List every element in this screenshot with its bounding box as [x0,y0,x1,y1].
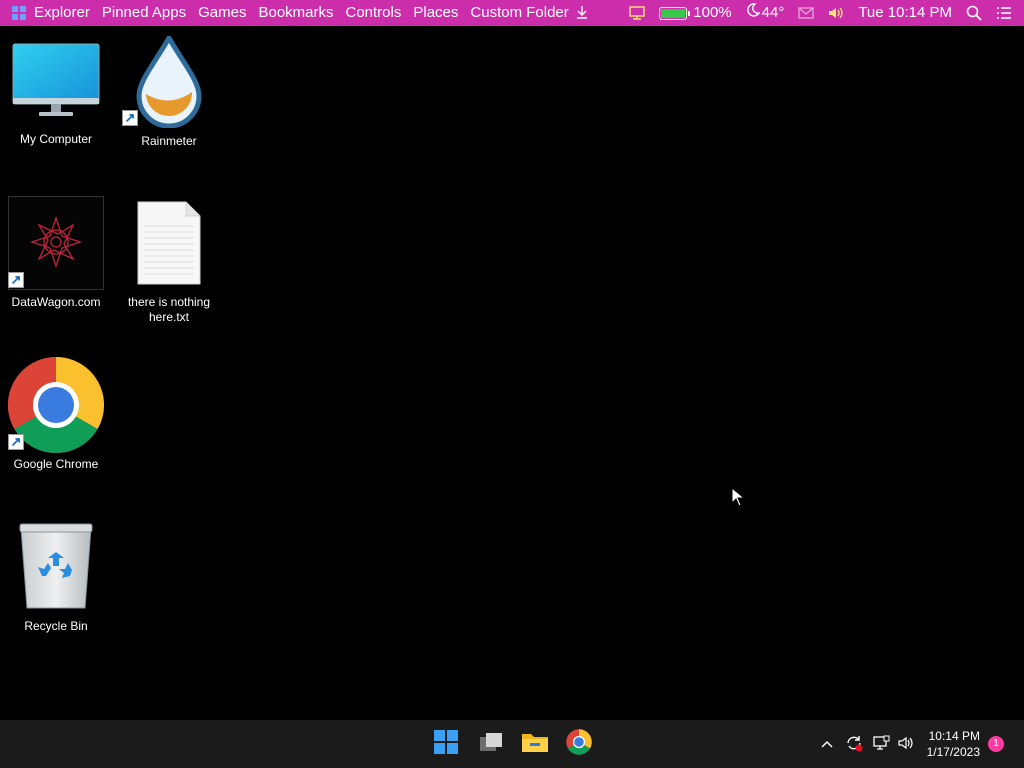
menu-places[interactable]: Places [407,0,464,26]
monitor-icon [0,42,112,122]
start-icon [433,729,459,760]
network-button[interactable] [872,720,890,768]
task-view-icon [478,731,504,758]
taskbar: 10:14 PM 1/17/2023 1 [0,720,1024,768]
recycle-bin-icon [0,522,112,612]
clock-date: 1/17/2023 [926,745,980,759]
desktop-icon-my-computer[interactable]: My Computer [0,42,112,147]
taskbar-clock[interactable]: 10:14 PM 1/17/2023 [927,728,980,760]
chrome-icon: ↗ [0,356,112,454]
sync-status-button[interactable] [845,720,863,768]
mouse-pointer-icon [731,486,746,512]
clock-time: 10:14 PM [928,729,980,743]
menu-datetime[interactable]: Tue 10:14 PM [851,0,959,26]
start-button[interactable] [430,728,462,760]
windows-logo-icon[interactable] [12,6,26,20]
chrome-taskbar-button[interactable] [563,728,595,760]
search-icon[interactable] [959,5,989,21]
moon-icon [746,0,761,26]
menu-custom-folder-label: Custom Folder [470,4,569,21]
temperature: 44° [761,4,785,21]
menu-bookmarks[interactable]: Bookmarks [252,0,339,26]
desktop-icon-label: My Computer [19,132,93,146]
desktop-icon-rainmeter[interactable]: ↗ Rainmeter [113,36,225,149]
shortcut-arrow-icon: ↗ [8,272,24,288]
sync-icon [845,734,863,755]
menu-custom-folder[interactable]: Custom Folder [464,0,594,26]
desktop-icon-recycle-bin[interactable]: Recycle Bin [0,522,112,634]
desktop-icon-label: DataWagon.com [11,295,101,309]
menu-explorer[interactable]: Explorer [32,0,96,26]
datawagon-logo-icon: ↗ [0,196,112,290]
menu-controls[interactable]: Controls [340,0,408,26]
display-icon[interactable] [622,6,652,20]
battery-percent: 100% [693,4,732,21]
desktop-icon-label: there is nothing here.txt [127,295,211,324]
chevron-up-icon [820,736,834,752]
desktop-icon-datawagon[interactable]: ↗ DataWagon.com [0,196,112,310]
file-explorer-icon [521,730,549,759]
file-explorer-button[interactable] [519,728,551,760]
rainmeter-drop-icon: ↗ [113,36,225,128]
desktop-icon-label: Recycle Bin [24,619,88,633]
desktop-icon-label: Google Chrome [13,457,99,471]
network-icon [872,735,890,754]
speaker-icon [897,735,915,754]
desktop-icon-google-chrome[interactable]: ↗ Google Chrome [0,356,112,472]
show-hidden-icons-button[interactable] [820,720,834,768]
battery-icon [659,6,691,20]
list-menu-icon[interactable] [989,6,1024,20]
menu-pinned-apps[interactable]: Pinned Apps [96,0,192,26]
top-menu-bar: Explorer Pinned Apps Games Bookmarks Con… [0,0,1024,26]
volume-icon[interactable] [821,6,851,20]
notification-badge[interactable]: 1 [988,736,1004,752]
desktop-icon-text-file[interactable]: there is nothing here.txt [113,200,225,325]
mail-icon[interactable] [791,7,821,19]
menu-games[interactable]: Games [192,0,252,26]
desktop-icon-label: Rainmeter [141,134,197,148]
shortcut-arrow-icon: ↗ [8,434,24,450]
text-file-icon [113,200,225,288]
task-view-button[interactable] [475,728,507,760]
shortcut-arrow-icon: ↗ [122,110,138,126]
chrome-icon [566,728,592,760]
battery-status[interactable]: 100% [652,0,738,26]
volume-button[interactable] [897,720,915,768]
download-arrow-icon [573,4,588,21]
weather-status[interactable]: 44° [739,0,792,26]
